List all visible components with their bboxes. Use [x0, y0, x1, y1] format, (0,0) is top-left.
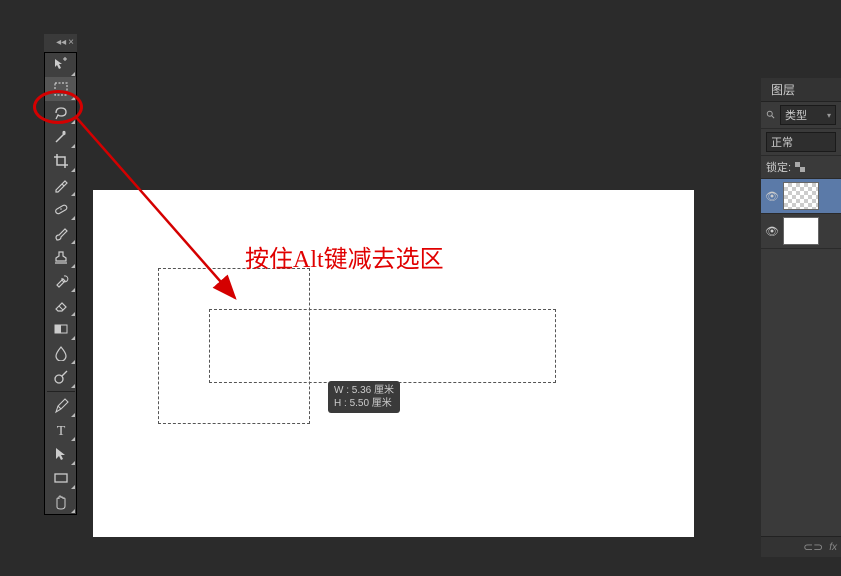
- annotation-instruction: 按住Alt键减去选区: [245, 239, 444, 274]
- collapse-icon[interactable]: ◂◂: [56, 38, 66, 48]
- crop-tool[interactable]: [45, 149, 76, 173]
- tools-panel: ◂◂ × T: [44, 34, 77, 515]
- link-icon[interactable]: ⊂⊃: [803, 540, 823, 554]
- eraser-tool[interactable]: [45, 293, 76, 317]
- layer-visibility-icon[interactable]: 👁: [765, 190, 779, 203]
- move-tool[interactable]: [45, 53, 76, 77]
- layers-empty-area: [761, 249, 841, 537]
- layer-row[interactable]: 👁: [761, 179, 841, 214]
- selection-rect-2: [209, 309, 556, 383]
- hand-tool[interactable]: [45, 490, 76, 514]
- layer-thumbnail: [783, 182, 819, 210]
- path-select-tool[interactable]: [45, 442, 76, 466]
- marquee-tool[interactable]: [45, 77, 76, 101]
- dodge-tool[interactable]: [45, 365, 76, 389]
- search-icon: [766, 110, 776, 120]
- history-brush-tool[interactable]: [45, 269, 76, 293]
- layer-filter-dropdown[interactable]: 类型 ▾: [780, 105, 836, 125]
- pen-tool[interactable]: [45, 394, 76, 418]
- stamp-tool[interactable]: [45, 245, 76, 269]
- lasso-tool[interactable]: [45, 101, 76, 125]
- close-icon[interactable]: ×: [68, 38, 74, 48]
- type-tool[interactable]: T: [45, 418, 76, 442]
- layer-row[interactable]: 👁: [761, 214, 841, 249]
- layer-filter-row: 类型 ▾: [761, 102, 841, 129]
- blend-mode-dropdown[interactable]: 正常: [766, 132, 836, 152]
- layers-panel: 图层 类型 ▾ 正常 锁定: 👁👁 ⊂⊃ fx: [761, 78, 841, 557]
- rectangle-tool[interactable]: [45, 466, 76, 490]
- healing-brush-tool[interactable]: [45, 197, 76, 221]
- layers-tab[interactable]: 图层: [761, 78, 841, 102]
- lock-row: 锁定:: [761, 156, 841, 179]
- gradient-tool[interactable]: [45, 317, 76, 341]
- tools-panel-header: ◂◂ ×: [44, 34, 77, 52]
- magic-wand-tool[interactable]: [45, 125, 76, 149]
- fx-button[interactable]: fx: [829, 542, 837, 553]
- layers-footer: ⊂⊃ fx: [761, 537, 841, 557]
- brush-tool[interactable]: [45, 221, 76, 245]
- layer-visibility-icon[interactable]: 👁: [765, 225, 779, 238]
- svg-text:T: T: [56, 424, 65, 438]
- measurement-tooltip: W : 5.36 厘米 H : 5.50 厘米: [328, 381, 400, 413]
- chevron-down-icon: ▾: [827, 111, 831, 120]
- tool-separator: [47, 391, 75, 392]
- layers-list: 👁👁: [761, 179, 841, 249]
- blur-tool[interactable]: [45, 341, 76, 365]
- lock-transparency-icon[interactable]: [795, 162, 805, 172]
- eyedropper-tool[interactable]: [45, 173, 76, 197]
- blend-mode-row: 正常: [761, 129, 841, 156]
- layer-thumbnail: [783, 217, 819, 245]
